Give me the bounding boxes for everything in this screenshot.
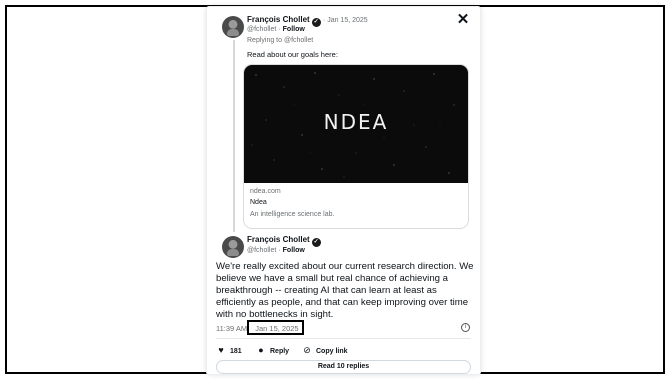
info-icon[interactable]: i (461, 323, 470, 332)
avatar[interactable] (222, 16, 244, 38)
author-name[interactable]: François Chollet ✓ (247, 235, 321, 247)
like-button[interactable]: ♥ 181 (216, 345, 242, 355)
like-count: 181 (230, 348, 242, 355)
link-icon: ⊘ (303, 345, 311, 355)
link-title: Ndea (250, 199, 267, 206)
link-preview-image: NDEA (244, 65, 468, 183)
avatar[interactable] (222, 236, 244, 258)
screenshot-frame: François Chollet ✓ · Jan 15, 2025 @fcholl… (5, 5, 665, 374)
divider (216, 338, 471, 339)
author-handle[interactable]: @fchollet (247, 26, 276, 33)
follow-button[interactable]: Follow (283, 26, 305, 33)
copy-link-label: Copy link (316, 348, 348, 355)
tweet-date-text: Jan 15, 2025 (327, 17, 368, 24)
author-handle[interactable]: @fchollet (247, 247, 276, 254)
close-icon[interactable]: ✕ (456, 12, 470, 27)
verified-badge-icon: ✓ (311, 238, 321, 247)
replying-to[interactable]: Replying to @fchollet (247, 37, 313, 44)
copy-link-button[interactable]: ⊘ Copy link (302, 345, 348, 356)
verified-badge-icon: ✓ (311, 18, 321, 27)
handle-row: @fchollet · Follow (247, 247, 305, 254)
reply-button[interactable]: ● Reply (256, 345, 289, 355)
reply-label: Reply (270, 348, 290, 355)
reply-text: Read about our goals here: (247, 50, 338, 59)
tweet-date[interactable]: · Jan 15, 2025 (323, 17, 368, 24)
tweet-embed-card: François Chollet ✓ · Jan 15, 2025 @fcholl… (207, 7, 480, 374)
link-preview-card[interactable]: NDEA ndea.com Ndea An intelligence scien… (243, 64, 469, 229)
ndea-logo: NDEA (323, 110, 389, 134)
link-description: An intelligence science lab. (250, 211, 335, 218)
date-highlight-box (247, 320, 304, 335)
tweet-time: 11:39 AM (216, 324, 248, 333)
heart-icon: ♥ (218, 345, 224, 355)
read-replies-button[interactable]: Read 10 replies (216, 360, 471, 374)
author-name-text: François Chollet (247, 15, 310, 24)
author-name-text: François Chollet (247, 235, 310, 244)
reply-bubble-icon: ● (258, 345, 264, 355)
link-domain: ndea.com (250, 188, 281, 195)
handle-row: @fchollet · Follow (247, 26, 305, 33)
follow-button[interactable]: Follow (283, 247, 305, 254)
thread-line (233, 40, 235, 232)
tweet-text: We're really excited about our current r… (216, 261, 474, 320)
